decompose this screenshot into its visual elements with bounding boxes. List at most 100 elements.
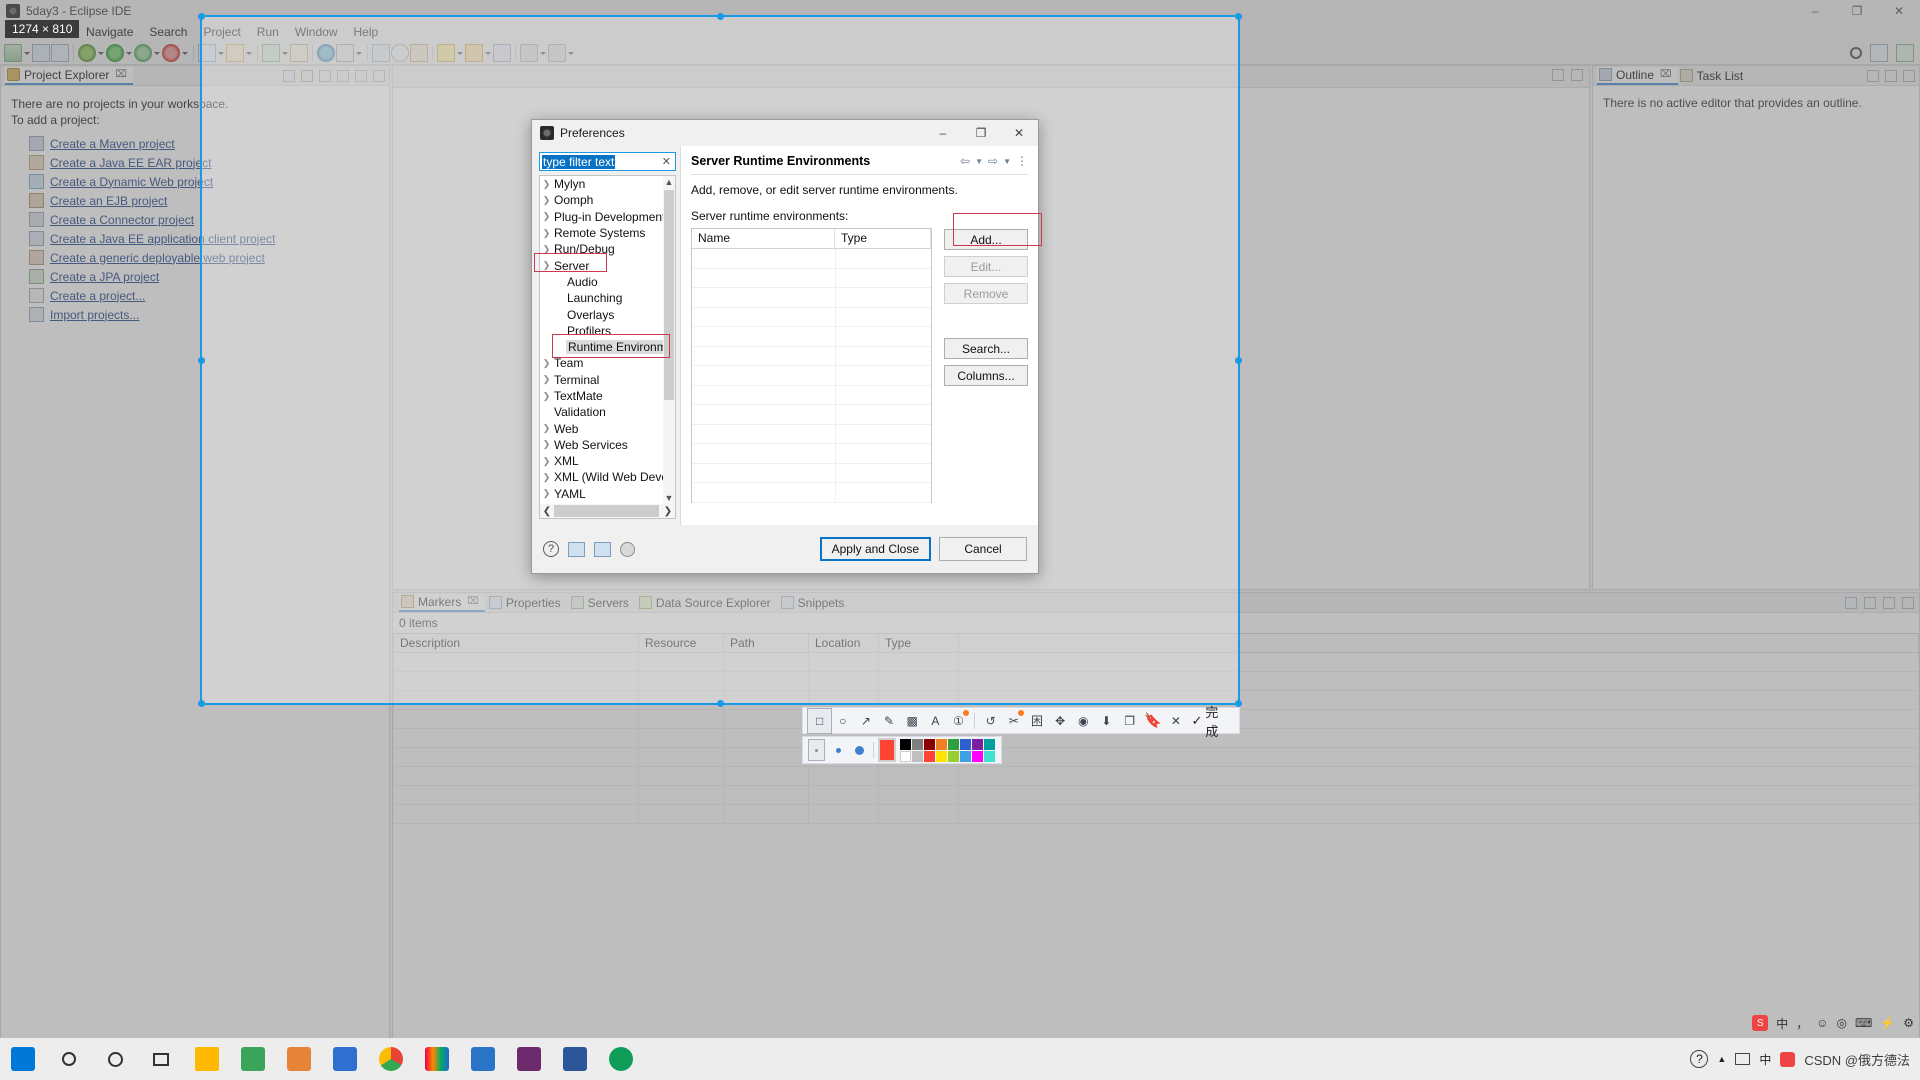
table-row[interactable] (692, 444, 931, 464)
sogou-logo-icon[interactable]: S (1752, 1015, 1769, 1031)
table-row[interactable] (692, 483, 931, 503)
save-tool[interactable]: 🔖 (1141, 709, 1164, 733)
text-tool[interactable]: A (924, 709, 947, 733)
pen-tool[interactable]: ✎ (877, 709, 900, 733)
table-row[interactable] (393, 766, 1919, 786)
link-label[interactable]: Import projects... (50, 308, 139, 322)
quick-access-search-icon[interactable] (1850, 46, 1862, 59)
handle-ne[interactable] (1235, 13, 1242, 20)
handle-w[interactable] (198, 357, 205, 364)
tree-item-run-debug[interactable]: ❯ Run/Debug (540, 241, 663, 257)
java-ee-perspective-icon[interactable] (1896, 43, 1914, 62)
page-menu-icon[interactable]: ⋮ (1016, 154, 1028, 168)
add-button[interactable]: Add... (944, 229, 1028, 250)
pin-tool[interactable]: ✥ (1049, 709, 1072, 733)
taskbar-app-rainbow[interactable] (414, 1038, 460, 1080)
filter-markers-icon[interactable] (1845, 596, 1857, 609)
chevron-right-icon[interactable]: ❯ (540, 228, 553, 239)
number-tool[interactable]: ① (947, 709, 970, 733)
swatch-white[interactable] (899, 750, 911, 762)
tree-item-terminal[interactable]: ❯ Terminal (540, 372, 663, 388)
link-label[interactable]: Create a project... (50, 289, 145, 303)
tab-project-explorer[interactable]: Project Explorer ⌧ (5, 66, 133, 85)
done-button[interactable]: ✓ 完成 (1187, 702, 1234, 740)
ime-circle-icon[interactable]: ◎ (1836, 1016, 1846, 1030)
import-preferences-icon[interactable] (568, 541, 585, 557)
taskbar-eclipse[interactable] (506, 1038, 552, 1080)
back-icon[interactable]: ⇦ (960, 154, 970, 168)
tree-item-team[interactable]: ❯ Team (540, 355, 663, 371)
menu-navigate[interactable]: Navigate (78, 24, 141, 40)
record-tool[interactable]: ◉ (1072, 709, 1095, 733)
scroll-left-icon[interactable]: ❮ (540, 506, 554, 517)
table-row[interactable] (692, 327, 931, 347)
cancel-button[interactable]: Cancel (939, 537, 1027, 561)
swatch-black[interactable] (899, 738, 911, 750)
task-view-button[interactable] (138, 1038, 184, 1080)
current-color-swatch[interactable] (877, 738, 896, 762)
tab-outline[interactable]: Outline ⌧ (1597, 66, 1678, 85)
filter-input-wrap[interactable]: type filter text ✕ (539, 152, 676, 171)
swatch-blue[interactable] (959, 738, 971, 750)
scroll-up-icon[interactable]: ▲ (663, 176, 675, 188)
chevron-right-icon[interactable]: ❯ (540, 195, 553, 206)
tree-horizontal-scrollbar[interactable]: ❮ ❯ (540, 504, 675, 518)
tree-item-mylyn[interactable]: ❯ Mylyn (540, 176, 663, 192)
build-dropdown[interactable] (97, 44, 105, 62)
swatch-magenta[interactable] (971, 750, 983, 762)
tree-item-textmate[interactable]: ❯ TextMate (540, 388, 663, 404)
forward-icon[interactable]: ⇨ (988, 154, 998, 168)
debug-dropdown[interactable] (153, 44, 161, 62)
maximize-editor-icon[interactable] (1571, 69, 1583, 81)
run-dropdown[interactable] (125, 44, 133, 62)
link-label[interactable]: Create a Maven project (50, 137, 175, 151)
tree-item-xml-wild-web[interactable]: ❯ XML (Wild Web Devel (540, 469, 663, 485)
handle-s[interactable] (717, 700, 724, 707)
swatch-lightgray[interactable] (911, 750, 923, 762)
handle-se[interactable] (1235, 700, 1242, 707)
swatch-skyblue[interactable] (959, 750, 971, 762)
start-button[interactable] (0, 1038, 46, 1080)
taskbar-file-explorer[interactable] (184, 1038, 230, 1080)
undo-tool[interactable]: ↺ (979, 709, 1002, 733)
swatch-cyan[interactable] (983, 750, 995, 762)
taskbar-word[interactable] (552, 1038, 598, 1080)
tree-item-plugin-development[interactable]: ❯ Plug-in Development (540, 209, 663, 225)
chevron-right-icon[interactable]: ❯ (540, 358, 553, 369)
taskbar-edge[interactable] (598, 1038, 644, 1080)
table-row[interactable] (692, 366, 931, 386)
tree-vertical-scrollbar[interactable]: ▲ ▼ (663, 176, 675, 504)
tray-ime-label[interactable]: 中 (1759, 1051, 1771, 1068)
size-large-button[interactable] (852, 740, 867, 760)
ime-keyboard-icon[interactable]: ⌨ (1855, 1016, 1872, 1030)
swatch-gray[interactable] (911, 738, 923, 750)
tree-item-web-services[interactable]: ❯ Web Services (540, 437, 663, 453)
runtime-environments-table[interactable]: Name Type (691, 228, 932, 503)
apply-and-close-button[interactable]: Apply and Close (819, 537, 931, 561)
tree-item-server[interactable]: ❯ Server (540, 257, 663, 273)
handle-n[interactable] (717, 13, 724, 20)
ime-lightning-icon[interactable]: ⚡ (1880, 1016, 1895, 1030)
table-row[interactable] (692, 464, 931, 483)
chevron-right-icon[interactable]: ❯ (540, 179, 553, 190)
tray-sogou-icon[interactable] (1780, 1051, 1796, 1067)
table-row[interactable] (692, 425, 931, 444)
open-perspective-icon[interactable] (1870, 43, 1888, 62)
tree-item-oomph[interactable]: ❯ Oomph (540, 192, 663, 208)
column-name[interactable]: Name (692, 229, 835, 248)
table-row[interactable] (692, 386, 931, 405)
preferences-maximize-button[interactable]: ❐ (962, 120, 1000, 146)
ime-smiley-icon[interactable]: ☺ (1816, 1016, 1828, 1030)
taskbar-app-orange[interactable] (276, 1038, 322, 1080)
chevron-right-icon[interactable]: ❯ (540, 244, 553, 255)
chevron-right-icon[interactable]: ❯ (540, 456, 553, 467)
swatch-yellow[interactable] (935, 750, 947, 762)
close-icon[interactable]: ⌧ (1660, 69, 1672, 80)
preferences-minimize-button[interactable]: – (924, 120, 962, 146)
link-label[interactable]: Create a Dynamic Web project (50, 175, 213, 189)
cortana-button[interactable] (92, 1038, 138, 1080)
table-row[interactable] (692, 288, 931, 308)
table-row[interactable] (692, 249, 931, 269)
profile-dropdown[interactable] (181, 44, 189, 62)
taskbar-app-blue[interactable] (322, 1038, 368, 1080)
